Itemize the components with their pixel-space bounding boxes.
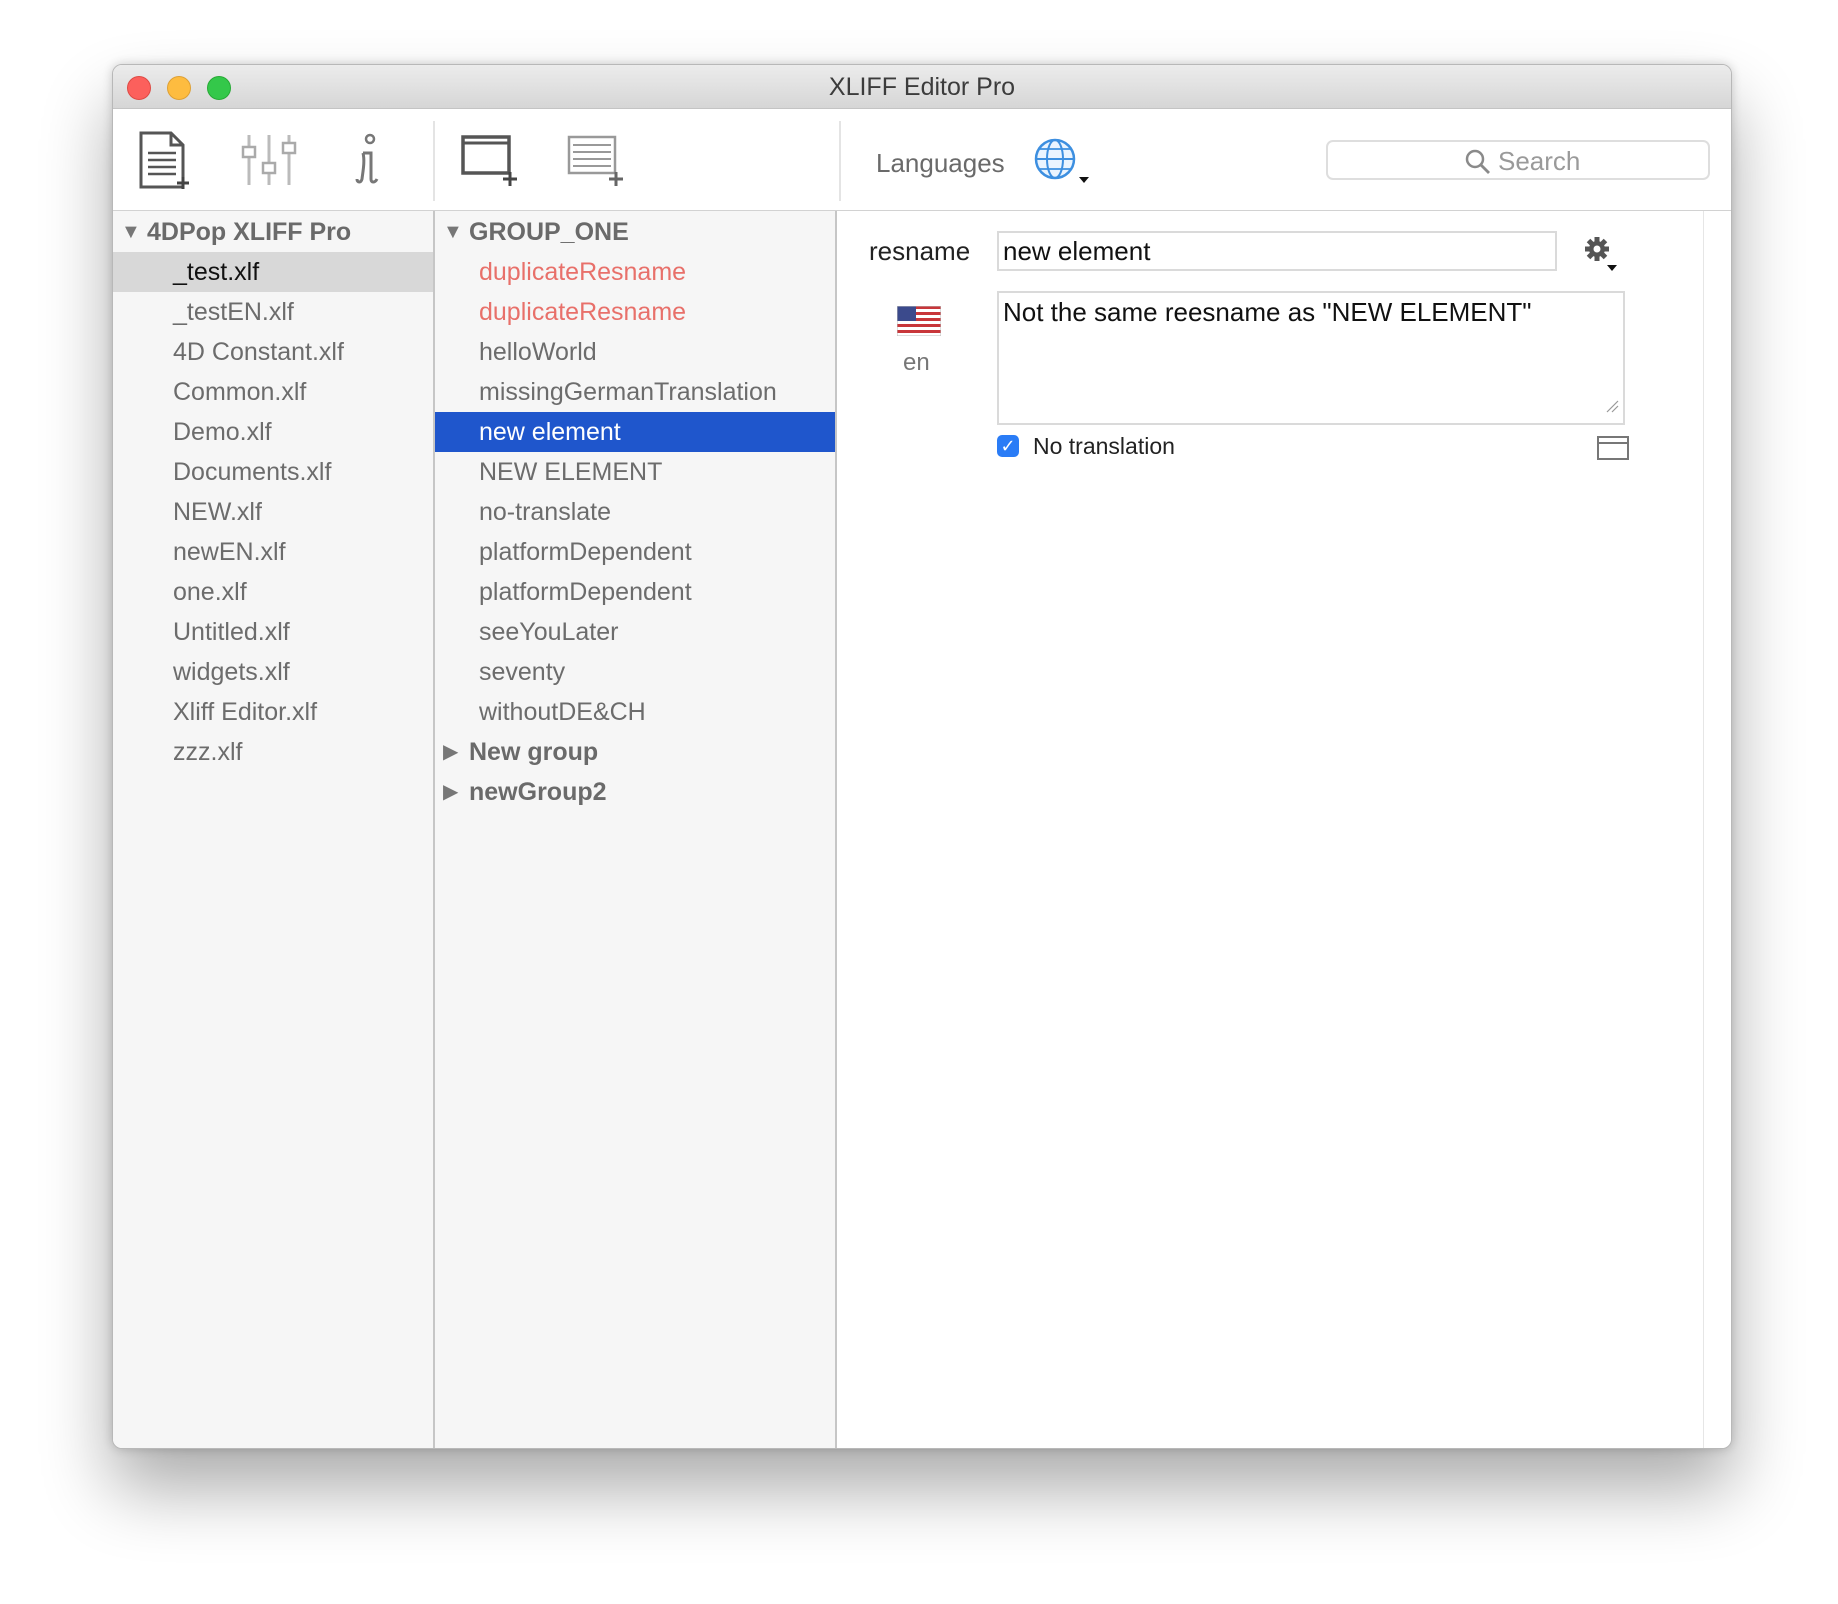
files-pane: ▼ 4DPop XLIFF Pro _test.xlf _testEN.xlf … <box>113 211 435 1448</box>
window-title: XLIFF Editor Pro <box>828 73 1016 101</box>
scrollbar-track[interactable] <box>1703 211 1704 1448</box>
unit-row[interactable]: withoutDE&CH <box>435 692 835 732</box>
disclosure-open-icon[interactable]: ▼ <box>443 212 463 252</box>
languages-label: Languages <box>876 148 1005 178</box>
unit-row-selected[interactable]: new element <box>435 412 835 452</box>
toolbar: Languages Search <box>113 109 1731 212</box>
unit-row[interactable]: seeYouLater <box>435 612 835 652</box>
group-row-collapsed[interactable]: ▶ newGroup2 <box>435 772 835 812</box>
search-field[interactable]: Search <box>1326 140 1710 180</box>
unit-row[interactable]: no-translate <box>435 492 835 532</box>
file-row[interactable]: Demo.xlf <box>113 412 433 452</box>
title-bar: XLIFF Editor Pro <box>113 65 1731 109</box>
panel-toggle-icon[interactable] <box>1597 436 1629 465</box>
new-unit-icon[interactable] <box>565 131 627 196</box>
unit-row-duplicate[interactable]: duplicateResname <box>435 292 835 332</box>
file-row[interactable]: NEW.xlf <box>113 492 433 532</box>
file-row[interactable]: zzz.xlf <box>113 732 433 772</box>
unit-row[interactable]: seventy <box>435 652 835 692</box>
globe-icon[interactable] <box>1031 137 1093 192</box>
info-icon[interactable] <box>353 131 383 196</box>
file-row[interactable]: Documents.xlf <box>113 452 433 492</box>
file-row[interactable]: newEN.xlf <box>113 532 433 572</box>
new-file-icon[interactable] <box>135 131 193 198</box>
file-row[interactable]: Xliff Editor.xlf <box>113 692 433 732</box>
no-translation-label: No translation <box>1033 433 1175 459</box>
disclosure-closed-icon[interactable]: ▶ <box>443 772 458 812</box>
detail-pane: resname new element en Not the same rees… <box>837 211 1731 1448</box>
unit-row-duplicate[interactable]: duplicateResname <box>435 252 835 292</box>
disclosure-open-icon[interactable]: ▼ <box>121 212 141 252</box>
file-row[interactable]: widgets.xlf <box>113 652 433 692</box>
resname-label: resname <box>869 236 971 266</box>
group-row-collapsed[interactable]: ▶ New group <box>435 732 835 772</box>
us-flag-icon <box>896 305 942 341</box>
gear-icon[interactable] <box>1585 237 1621 278</box>
disclosure-closed-icon[interactable]: ▶ <box>443 732 458 772</box>
unit-row[interactable]: missingGermanTranslation <box>435 372 835 412</box>
file-row[interactable]: one.xlf <box>113 572 433 612</box>
project-row[interactable]: ▼ 4DPop XLIFF Pro <box>113 212 433 252</box>
settings-sliders-icon[interactable] <box>239 131 299 196</box>
unit-row[interactable]: NEW ELEMENT <box>435 452 835 492</box>
file-row[interactable]: _test.xlf <box>113 252 433 292</box>
search-icon <box>1464 148 1492 183</box>
translation-textarea[interactable]: Not the same reesname as "NEW ELEMENT" <box>997 291 1625 425</box>
unit-row[interactable]: platformDependent <box>435 572 835 612</box>
new-group-icon[interactable] <box>459 131 521 196</box>
file-row[interactable]: Common.xlf <box>113 372 433 412</box>
language-code: en <box>903 349 930 376</box>
units-pane: ▼ GROUP_ONE duplicateResname duplicateRe… <box>435 211 837 1448</box>
resname-input[interactable]: new element <box>997 231 1557 271</box>
unit-row[interactable]: platformDependent <box>435 532 835 572</box>
no-translation-checkbox[interactable]: ✓ <box>997 435 1019 457</box>
search-placeholder: Search <box>1498 146 1581 176</box>
file-row[interactable]: Untitled.xlf <box>113 612 433 652</box>
app-window: XLIFF Editor Pro Languages Search ▼ 4DPo… <box>112 64 1732 1449</box>
unit-row[interactable]: helloWorld <box>435 332 835 372</box>
translation-text: Not the same reesname as "NEW ELEMENT" <box>1003 297 1532 327</box>
file-row[interactable]: _testEN.xlf <box>113 292 433 332</box>
group-row[interactable]: ▼ GROUP_ONE <box>435 212 835 252</box>
file-row[interactable]: 4D Constant.xlf <box>113 332 433 372</box>
resize-grip-icon[interactable] <box>1605 389 1619 419</box>
